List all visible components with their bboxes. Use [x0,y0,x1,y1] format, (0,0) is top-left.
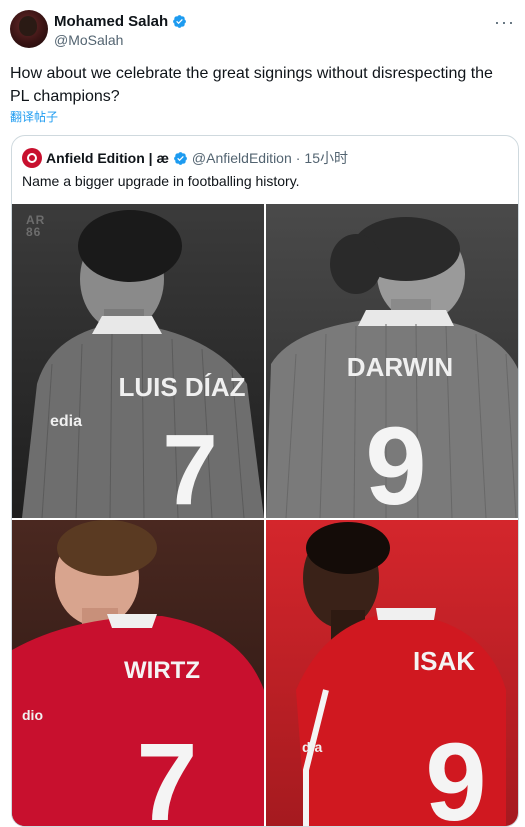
player-name-diaz: LUIS DÍAZ [118,372,245,402]
player-number-darwin: 9 [365,405,426,518]
quote-text: Name a bigger upgrade in footballing his… [22,173,300,189]
tweet-header: Mohamed Salah @MoSalah ··· [10,10,515,50]
shirt-sponsor-isak: dia [302,739,322,755]
player-number-wirtz: 7 [136,721,197,826]
translate-link[interactable]: 翻译帖子 [10,108,58,125]
player-number-isak: 9 [425,721,486,826]
shirt-sponsor-diaz: edia [50,413,82,430]
player-photo-darwin: DARWIN 9 [266,204,518,518]
player-name-isak: ISAK [413,646,475,676]
player-name-wirtz: WIRTZ [124,657,200,684]
quote-timestamp[interactable]: 15小时 [304,148,348,168]
shirt-sponsor-wirtz: dio [22,707,43,723]
player-photo-wirtz: WIRTZ 7 dio [12,520,264,826]
author-name-row: Mohamed Salah [54,13,187,30]
author-name[interactable]: Mohamed Salah [54,13,168,30]
quote-author-handle[interactable]: @AnfieldEdition [192,150,292,166]
quote-image[interactable]: AR 86 LUIS DÍAZ 7 edia DARWIN 9 WIRTZ 7 … [12,204,518,826]
avatar[interactable] [10,10,48,48]
quote-avatar[interactable] [22,148,42,168]
player-darwin-illustration: DARWIN 9 [266,217,518,518]
quote-author-name[interactable]: Anfield Edition | æ [46,150,169,166]
player-diaz-illustration: LUIS DÍAZ 7 edia [22,210,264,518]
player-photo-diaz: AR 86 LUIS DÍAZ 7 edia [12,204,264,518]
verified-badge-icon [174,151,187,165]
player-name-darwin: DARWIN [347,352,453,382]
author-handle[interactable]: @MoSalah [54,32,123,48]
quoted-tweet[interactable]: Anfield Edition | æ @AnfieldEdition · 15… [11,135,519,827]
quote-separator: · [295,150,301,166]
player-isak-illustration: ISAK 9 dia [296,522,506,826]
verified-badge-icon [173,15,187,28]
quote-header: Anfield Edition | æ @AnfieldEdition · 15… [22,148,348,168]
more-icon[interactable]: ··· [494,12,515,33]
watermark: AR 86 [26,213,46,239]
player-wirtz-illustration: WIRTZ 7 dio [12,520,264,826]
player-photo-isak: ISAK 9 dia [266,520,518,826]
tweet-text: How about we celebrate the great signing… [10,65,493,105]
player-number-diaz: 7 [162,414,218,518]
